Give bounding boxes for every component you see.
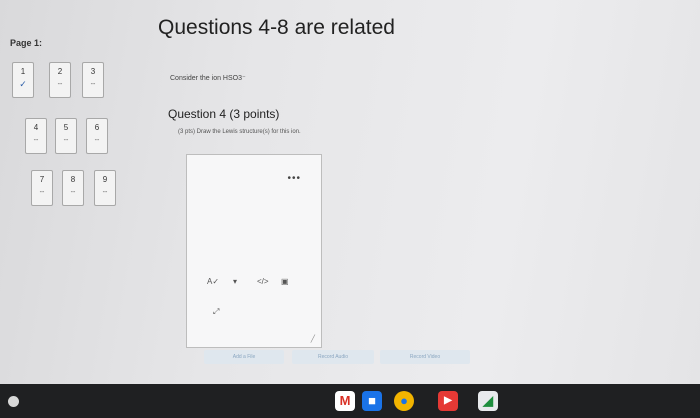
nav-status: -- bbox=[57, 81, 63, 88]
page-title: Questions 4-8 are related bbox=[158, 16, 395, 39]
nav-question-9[interactable]: 9 -- bbox=[94, 170, 116, 206]
nav-question-1[interactable]: 1 ✓ bbox=[12, 62, 34, 98]
add-file-button[interactable]: Add a File bbox=[204, 350, 284, 364]
docs-icon[interactable]: ■ bbox=[362, 391, 382, 411]
nav-number: 1 bbox=[20, 67, 26, 76]
nav-number: 7 bbox=[39, 175, 45, 184]
nav-question-8[interactable]: 8 -- bbox=[62, 170, 84, 206]
nav-status: -- bbox=[33, 137, 39, 144]
nav-status: -- bbox=[63, 137, 69, 144]
nav-question-4[interactable]: 4 -- bbox=[25, 118, 47, 154]
record-video-button[interactable]: Record Video bbox=[380, 350, 470, 364]
text-color-icon[interactable]: ▾ bbox=[233, 277, 237, 286]
nav-status: -- bbox=[39, 189, 45, 196]
nav-question-7[interactable]: 7 -- bbox=[31, 170, 53, 206]
nav-number: 2 bbox=[57, 67, 63, 76]
nav-question-3[interactable]: 3 -- bbox=[82, 62, 104, 98]
nav-question-6[interactable]: 6 -- bbox=[86, 118, 108, 154]
insert-image-icon[interactable]: ▣ bbox=[281, 277, 289, 286]
nav-number: 3 bbox=[90, 67, 96, 76]
page-label: Page 1: bbox=[10, 38, 43, 48]
nav-question-5[interactable]: 5 -- bbox=[55, 118, 77, 154]
record-audio-button[interactable]: Record Audio bbox=[292, 350, 374, 364]
youtube-icon[interactable]: ▶ bbox=[438, 391, 458, 411]
nav-number: 5 bbox=[63, 123, 69, 132]
spellcheck-icon[interactable]: A✓ bbox=[207, 277, 219, 286]
launcher-icon[interactable] bbox=[8, 396, 19, 407]
check-icon: ✓ bbox=[19, 79, 27, 89]
question-heading: Question 4 (3 points) bbox=[168, 107, 280, 121]
chrome-icon[interactable]: ● bbox=[394, 391, 414, 411]
gmail-icon[interactable]: M bbox=[335, 391, 355, 411]
nav-status: -- bbox=[70, 189, 76, 196]
answer-editor[interactable]: ••• A✓ ▾ </> ▣ ⤢ ╱ bbox=[186, 154, 322, 348]
nav-number: 6 bbox=[94, 123, 100, 132]
resize-handle-icon[interactable]: ╱ bbox=[311, 335, 315, 343]
nav-status: -- bbox=[102, 189, 108, 196]
nav-number: 9 bbox=[102, 175, 108, 184]
code-icon[interactable]: </> bbox=[257, 277, 269, 286]
nav-question-2[interactable]: 2 -- bbox=[49, 62, 71, 98]
nav-number: 8 bbox=[70, 175, 76, 184]
nav-number: 4 bbox=[33, 123, 39, 132]
os-shelf: M ■ ● ▶ ◢ bbox=[0, 384, 700, 418]
files-icon[interactable]: ◢ bbox=[478, 391, 498, 411]
fullscreen-icon[interactable]: ⤢ bbox=[213, 307, 219, 317]
question-instruction: (3 pts) Draw the Lewis structure(s) for … bbox=[178, 129, 301, 135]
question-prompt: Consider the ion HSO3⁻ bbox=[170, 75, 246, 82]
nav-status: -- bbox=[90, 81, 96, 88]
more-options-icon[interactable]: ••• bbox=[287, 173, 301, 184]
nav-status: -- bbox=[94, 137, 100, 144]
